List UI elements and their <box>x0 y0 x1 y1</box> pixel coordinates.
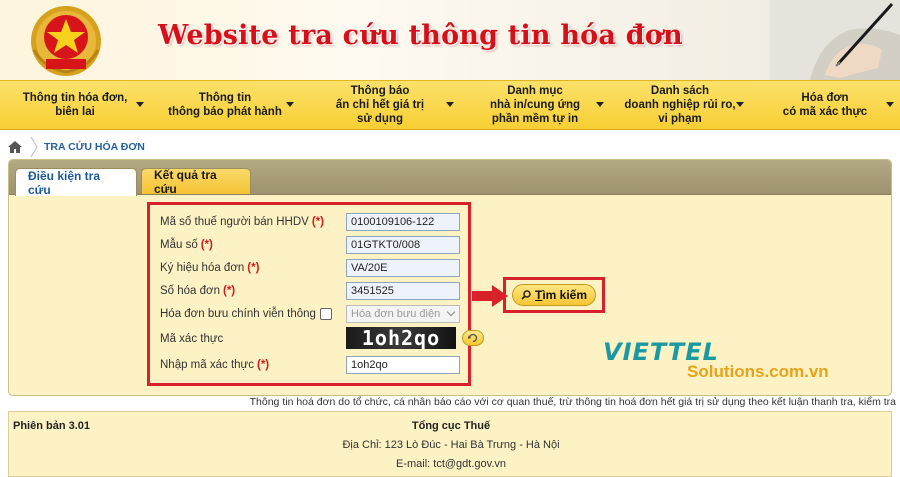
search-button[interactable]: Tìm kiếm <box>512 284 596 306</box>
mau-so-row: Mẫu số (*) <box>160 235 213 255</box>
chevron-down-icon <box>446 102 454 107</box>
ky-hieu-row: Ký hiệu hóa đơn (*) <box>160 258 259 278</box>
buu-chinh-select-value: Hóa đơn bưu điện <box>351 308 441 320</box>
nav-printer-list-label: Danh mục nhà in/cung ứng phần mềm tự in <box>489 85 581 125</box>
search-panel: Điều kiện tra cứu Kết quả tra cứu Mã số … <box>8 159 892 396</box>
footer: Phiên bản 3.01 Tổng cục Thuế Địa Chỉ: 12… <box>8 411 892 477</box>
ky-hieu-input[interactable]: VA/20E <box>346 259 460 277</box>
tab-search-conditions[interactable]: Điều kiện tra cứu <box>15 168 137 197</box>
captcha-input-label: Nhập mã xác thực <box>160 359 254 371</box>
org-name: Tổng cục Thuế <box>411 420 491 432</box>
viettel-solutions-logo: VIETTEL Solutions.com.vn <box>603 338 829 386</box>
captcha-image: 1oh2qo <box>346 326 456 350</box>
mst-input[interactable]: 0100109106-122 <box>346 213 460 231</box>
required-mark: (*) <box>200 239 213 251</box>
so-hd-row: Số hóa đơn (*) <box>160 281 235 301</box>
mst-row: Mã số thuế người bán HHDV (*) <box>160 212 324 232</box>
chevron-down-icon <box>286 102 294 107</box>
breadcrumb-separator-icon <box>30 137 38 157</box>
buu-chinh-select[interactable]: Hóa đơn bưu điện <box>346 305 460 323</box>
tab-search-results[interactable]: Kết quả tra cứu <box>141 168 251 196</box>
search-label-rest: ìm kiếm <box>542 288 588 302</box>
site-header: Website tra cứu thông tin hóa đơn <box>0 0 900 80</box>
mau-so-input[interactable]: 01GTKT0/008 <box>346 236 460 254</box>
required-mark: (*) <box>222 285 236 297</box>
nav-invoice-info[interactable]: Thông tin hóa đơn, biên lai <box>0 81 150 129</box>
nav-printer-list[interactable]: Danh mục nhà in/cung ứng phần mềm tự in <box>460 81 610 129</box>
required-mark: (*) <box>247 262 260 274</box>
pen-hand-illustration <box>770 0 900 80</box>
refresh-captcha-icon[interactable] <box>462 330 484 346</box>
main-nav: Thông tin hóa đơn, biên lai Thông tin th… <box>0 80 900 130</box>
required-mark: (*) <box>257 359 270 371</box>
chevron-down-icon <box>136 102 144 107</box>
chevron-down-icon <box>736 102 744 107</box>
nav-issuance-notice[interactable]: Thông tin thông báo phát hành <box>150 81 300 129</box>
ky-hieu-label: Ký hiệu hóa đơn <box>160 262 245 274</box>
captcha-input[interactable]: 1oh2qo <box>346 356 460 374</box>
search-highlight-box: Tìm kiếm <box>503 277 605 313</box>
so-hd-input[interactable]: 3451525 <box>346 282 460 300</box>
chevron-down-icon <box>886 102 894 107</box>
site-title: Website tra cứu thông tin hóa đơn <box>158 20 683 51</box>
chevron-down-icon <box>596 102 604 107</box>
search-button-label: Tìm kiếm <box>535 288 587 302</box>
nav-issuance-notice-label: Thông tin thông báo phát hành <box>168 92 282 118</box>
chevron-down-icon <box>446 307 456 317</box>
nav-verified-invoice-label: Hóa đơn có mã xác thực <box>782 92 868 118</box>
nav-invoice-info-label: Thông tin hóa đơn, biên lai <box>22 92 128 118</box>
viettel-sub: Solutions.com.vn <box>687 362 829 381</box>
breadcrumb-current[interactable]: TRA CỨU HÓA ĐƠN <box>44 141 145 153</box>
nav-verified-invoice[interactable]: Hóa đơn có mã xác thực <box>750 81 900 129</box>
captcha-row: Mã xác thực <box>160 329 223 349</box>
address-text: Địa Chỉ: 123 Lò Đúc - Hai Bà Trưng - Hà … <box>342 439 560 451</box>
search-icon <box>521 290 531 300</box>
nav-risk-enterprises[interactable]: Danh sách doanh nghiệp rủi ro, vi phạm <box>610 81 750 129</box>
buu-chinh-row: Hóa đơn bưu chính viễn thông <box>160 304 332 324</box>
tab-bar: Điều kiện tra cứu Kết quả tra cứu <box>9 160 891 197</box>
search-form: Mã số thuế người bán HHDV (*) 0100109106… <box>147 202 484 386</box>
nav-expired-notice[interactable]: Thông báo ấn chỉ hết giá trị sử dụng <box>300 81 460 129</box>
home-icon[interactable] <box>8 141 22 153</box>
nav-expired-notice-label: Thông báo ấn chỉ hết giá trị sử dụng <box>335 85 425 125</box>
captcha-label: Mã xác thực <box>160 333 224 345</box>
notice-text: Thông tin hoá đơn do tổ chức, cá nhân bá… <box>249 396 896 408</box>
national-emblem-logo <box>31 6 101 76</box>
nav-risk-enterprises-label: Danh sách doanh nghiệp rủi ro, vi phạm <box>624 85 736 125</box>
captcha-input-row: Nhập mã xác thực (*) <box>160 355 269 375</box>
so-hd-label: Số hóa đơn <box>160 285 220 297</box>
buu-chinh-label: Hóa đơn bưu chính viễn thông <box>160 308 316 320</box>
buu-chinh-checkbox[interactable] <box>319 308 332 320</box>
required-mark: (*) <box>311 216 324 228</box>
breadcrumb: TRA CỨU HÓA ĐƠN <box>8 137 145 157</box>
email-text: E-mail: tct@gdt.gov.vn <box>396 458 506 470</box>
mau-so-label: Mẫu số <box>160 239 198 251</box>
mst-label: Mã số thuế người bán HHDV <box>160 216 309 228</box>
